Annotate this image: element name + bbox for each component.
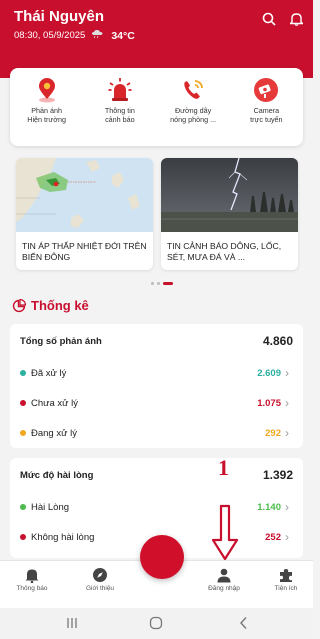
chevron-right-icon: › bbox=[285, 500, 289, 514]
app-header: Thái Nguyên 08:30, 05/9/2025 34°C bbox=[0, 0, 313, 78]
search-icon[interactable] bbox=[262, 12, 276, 26]
back-icon[interactable] bbox=[236, 615, 252, 631]
stats-row-value: 1.075 bbox=[257, 397, 281, 409]
quick-action-alert-info[interactable]: Thông tin cảnh báo bbox=[87, 76, 153, 146]
quick-action-label: trực tuyến bbox=[250, 114, 283, 124]
news-map-image bbox=[16, 158, 153, 232]
stats-row-value: 2.609 bbox=[257, 367, 281, 379]
recent-apps-icon[interactable] bbox=[64, 615, 80, 631]
cloud-rain-icon bbox=[91, 29, 105, 42]
puzzle-icon bbox=[280, 569, 292, 582]
news-card[interactable]: TIN ÁP THẤP NHIỆT ĐỚI TRÊN BIỂN ĐÔNG bbox=[16, 158, 153, 270]
quick-actions-panel: Phản ánh Hiện trường Thông tin cảnh báo … bbox=[10, 68, 303, 146]
status-dot bbox=[20, 504, 26, 510]
system-navigation-bar bbox=[0, 608, 313, 639]
satisfaction-total-value: 1.392 bbox=[262, 468, 293, 482]
tab-utilities[interactable]: Tiện ích bbox=[258, 567, 314, 592]
reports-stats-card: Tổng số phản ánh 4.860 Đã xử lý 2.609 › … bbox=[10, 324, 303, 448]
stats-row-satisfied[interactable]: Hài Lòng 1.140 › bbox=[20, 492, 293, 522]
siren-icon bbox=[108, 78, 132, 101]
bell-icon[interactable] bbox=[290, 12, 303, 26]
stats-row-label: Đã xử lý bbox=[31, 367, 67, 379]
bell-icon bbox=[25, 569, 39, 583]
reports-total-label: Tổng số phản ánh bbox=[20, 335, 102, 347]
stats-row-value: 1.140 bbox=[257, 501, 281, 513]
reports-total-row: Tổng số phản ánh 4.860 bbox=[20, 324, 293, 358]
chevron-right-icon: › bbox=[285, 530, 289, 544]
chevron-right-icon: › bbox=[285, 366, 289, 380]
weather-line: 08:30, 05/9/2025 34°C bbox=[14, 29, 301, 42]
stats-row-label: Không hài lòng bbox=[31, 531, 95, 543]
stats-row-processed[interactable]: Đã xử lý 2.609 › bbox=[20, 358, 293, 388]
stats-row-label: Chưa xử lý bbox=[31, 397, 79, 409]
tab-login[interactable]: Đăng nhập bbox=[196, 567, 252, 592]
tab-about[interactable]: Giới thiệu bbox=[72, 567, 128, 592]
status-dot bbox=[20, 534, 26, 540]
tab-label: Thông báo bbox=[16, 585, 48, 592]
reports-total-value: 4.860 bbox=[262, 334, 293, 348]
carousel-indicator bbox=[151, 282, 173, 285]
quick-action-label: Hiện trường bbox=[27, 114, 66, 124]
home-icon[interactable] bbox=[148, 615, 164, 631]
quick-action-field-report[interactable]: Phản ánh Hiện trường bbox=[14, 76, 80, 146]
status-dot bbox=[20, 400, 26, 406]
status-dot bbox=[20, 430, 26, 436]
tab-notifications[interactable]: Thông báo bbox=[4, 567, 60, 592]
stats-row-unprocessed[interactable]: Chưa xử lý 1.075 › bbox=[20, 388, 293, 418]
map-pin-icon bbox=[38, 78, 55, 103]
news-card[interactable]: TIN CẢNH BÁO DÔNG, LỐC, SÉT, MƯA ĐÁ VÀ .… bbox=[161, 158, 298, 270]
compass-icon bbox=[93, 568, 107, 582]
annotation-arrow-icon bbox=[211, 504, 239, 561]
camera-icon bbox=[254, 78, 279, 102]
stats-row-label: Đang xử lý bbox=[31, 427, 77, 439]
stats-row-value: 292 bbox=[265, 427, 281, 439]
chevron-right-icon: › bbox=[285, 426, 289, 440]
quick-action-label: nóng phòng ... bbox=[170, 114, 217, 124]
news-title: TIN ÁP THẤP NHIỆT ĐỚI TRÊN BIỂN ĐÔNG bbox=[22, 241, 147, 262]
quick-action-label: cảnh báo bbox=[105, 114, 135, 124]
status-dot bbox=[20, 370, 26, 376]
chevron-right-icon: › bbox=[285, 396, 289, 410]
news-carousel: TIN ÁP THẤP NHIỆT ĐỚI TRÊN BIỂN ĐÔNG TIN… bbox=[16, 158, 299, 270]
stats-row-label: Hài Lòng bbox=[31, 501, 70, 513]
quick-action-hotline[interactable]: Đường dây nóng phòng ... bbox=[160, 76, 226, 146]
user-icon bbox=[217, 568, 231, 583]
carousel-dot-active bbox=[163, 282, 173, 285]
center-action-button[interactable] bbox=[140, 535, 184, 579]
stats-section-title: Thống kê bbox=[12, 298, 89, 313]
quick-action-camera[interactable]: Camera trực tuyến bbox=[233, 76, 299, 146]
annotation-number: 1 bbox=[218, 455, 229, 480]
pie-chart-icon bbox=[12, 298, 26, 312]
tab-label: Tiện ích bbox=[274, 585, 298, 592]
location-title[interactable]: Thái Nguyên bbox=[14, 8, 301, 25]
news-storm-image bbox=[161, 158, 298, 232]
stats-row-in-progress[interactable]: Đang xử lý 292 › bbox=[20, 418, 293, 448]
tab-label: Giới thiệu bbox=[85, 585, 115, 592]
carousel-dot bbox=[157, 282, 160, 285]
carousel-dot bbox=[151, 282, 154, 285]
stats-row-value: 252 bbox=[265, 531, 281, 543]
tab-label: Đăng nhập bbox=[208, 585, 240, 592]
stats-title-text: Thống kê bbox=[31, 298, 89, 313]
temperature-text: 34°C bbox=[111, 29, 135, 42]
news-title: TIN CẢNH BÁO DÔNG, LỐC, SÉT, MƯA ĐÁ VÀ .… bbox=[167, 241, 282, 262]
satisfaction-total-row: Mức độ hài lòng 1.392 bbox=[20, 458, 293, 492]
phone-ring-icon bbox=[184, 80, 204, 99]
datetime-text: 08:30, 05/9/2025 bbox=[14, 30, 86, 41]
